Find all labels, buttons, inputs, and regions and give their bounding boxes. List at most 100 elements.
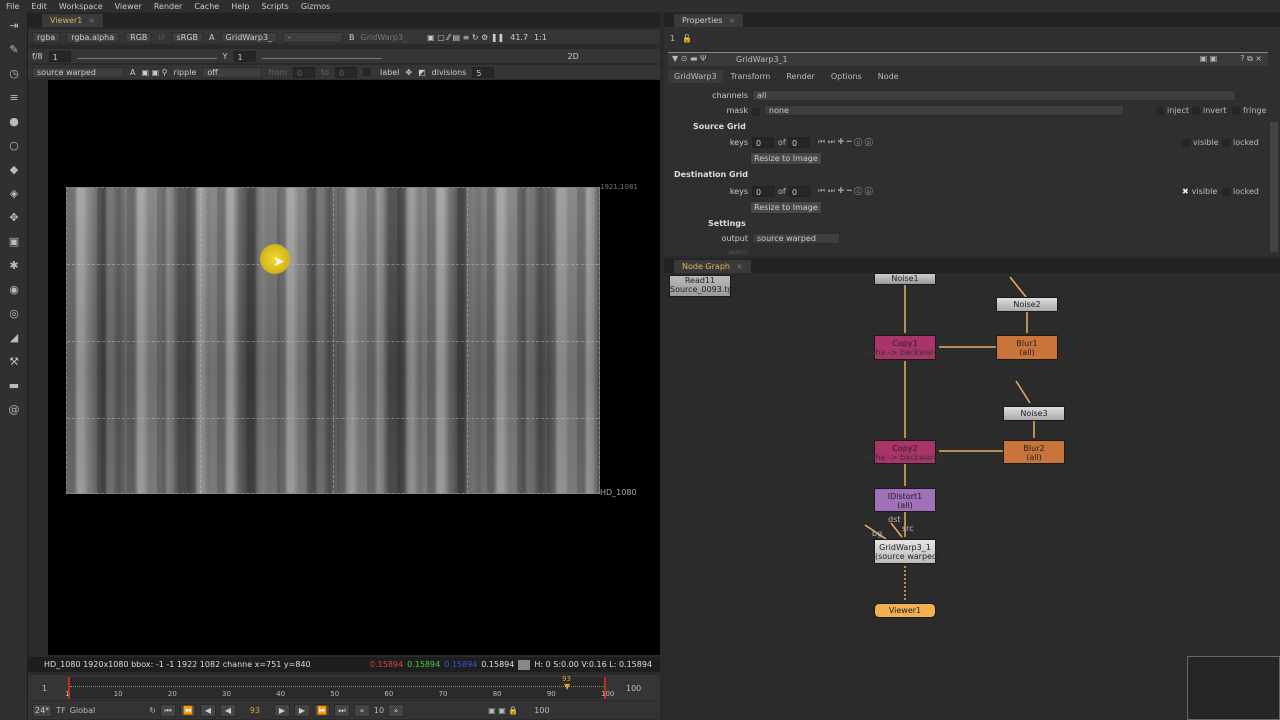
prev-frame-button[interactable]: ◀	[199, 703, 216, 717]
playhead-icon[interactable]: ▼	[564, 682, 570, 691]
properties-scrollbar[interactable]	[1270, 122, 1278, 252]
fstop-value[interactable]: f/8	[32, 52, 43, 61]
gain-slider[interactable]	[76, 54, 217, 59]
tab-options[interactable]: Options	[823, 70, 870, 83]
source-key-buttons[interactable]: ⏮ ⏭ ✚ ━ ⓒ ⓟ	[818, 137, 873, 147]
step-field[interactable]: 10	[374, 706, 384, 715]
output-dropdown[interactable]: source warped	[32, 66, 124, 78]
ip-button[interactable]: IP	[158, 33, 165, 42]
lut-dropdown[interactable]: sRGB	[171, 31, 204, 43]
image-icon[interactable]: ⇥	[7, 20, 21, 32]
scope-dropdown[interactable]: Global	[70, 706, 96, 715]
node-idistort1[interactable]: IDistort1 (all)	[874, 488, 936, 512]
merge-icon[interactable]: ◈	[7, 188, 21, 200]
metadata-icon[interactable]: ◉	[7, 284, 21, 296]
dest-locked-checkbox[interactable]	[1222, 187, 1230, 196]
prev-key-button[interactable]: ⏪	[179, 703, 196, 717]
divisions-field[interactable]: 5	[472, 66, 495, 78]
mask-dropdown[interactable]: none	[764, 105, 1124, 116]
node-viewer1[interactable]: Viewer1	[874, 603, 936, 618]
grid-tool-icons[interactable]: ▣ ▣ ⚲	[141, 68, 167, 77]
time-icon[interactable]: ◷	[7, 68, 21, 80]
tab-node[interactable]: Node	[870, 70, 907, 83]
label-checkbox[interactable]	[363, 68, 372, 76]
zoom-value[interactable]: 41.7	[510, 33, 528, 42]
node-noise1[interactable]: Noise1	[874, 273, 936, 285]
tab-transform[interactable]: Transform	[723, 70, 779, 83]
channel-icon[interactable]: ≡	[7, 92, 21, 104]
next-key-button[interactable]: ⏩	[313, 703, 330, 717]
lock-icon[interactable]: 🔓	[682, 34, 692, 43]
dest-visible-checkbox[interactable]: ✖	[1182, 187, 1189, 196]
tab-viewer1[interactable]: Viewer1 ×	[42, 14, 103, 27]
tab-node-graph[interactable]: Node Graph ×	[674, 260, 751, 273]
source-locked-checkbox[interactable]	[1222, 138, 1230, 147]
node-graph-canvas[interactable]: Read11 Source_0093.tga Noise1 Noise2 Blur…	[664, 273, 1280, 720]
dest-resize-button[interactable]: Resize to Image	[750, 201, 822, 214]
viewer-icons[interactable]: ▣ ▢ ⁄⁄ ▤ ≡ ↻ ⚙ ❚❚	[427, 33, 504, 42]
dest-key-buttons[interactable]: ⏮ ⏭ ✚ ━ ⓒ ⓟ	[818, 186, 873, 196]
a-button[interactable]: A	[130, 68, 135, 77]
draw-icon[interactable]: ✎	[7, 44, 21, 56]
view-mode-dropdown[interactable]: 2D	[568, 52, 579, 61]
source-of-field[interactable]: 0	[788, 137, 810, 148]
gain-field[interactable]: 1	[48, 50, 71, 62]
gamma-field[interactable]: 1	[233, 50, 256, 62]
navigator-minimap[interactable]	[1187, 656, 1280, 720]
channels-dropdown[interactable]: all	[752, 90, 1236, 101]
max-panels-field[interactable]: 1	[670, 34, 675, 43]
skip-back-button[interactable]: «	[353, 703, 370, 717]
inject-checkbox[interactable]	[1156, 106, 1164, 115]
tf-dropdown[interactable]: TF	[56, 706, 66, 715]
source-keys-field[interactable]: 0	[752, 137, 774, 148]
source-visible-checkbox[interactable]	[1182, 138, 1190, 147]
display-dropdown[interactable]: RGB	[125, 31, 153, 43]
color-icon[interactable]: ●	[7, 116, 21, 128]
timeline-end[interactable]: 100	[626, 684, 641, 693]
node-blur2[interactable]: Blur2 (all)	[1003, 440, 1065, 464]
viewer-image[interactable]	[66, 187, 600, 494]
from-field[interactable]: 0	[292, 66, 315, 78]
menu-gizmos[interactable]: Gizmos	[301, 2, 330, 11]
node-noise2[interactable]: Noise2	[996, 297, 1058, 312]
menu-render[interactable]: Render	[154, 2, 182, 11]
viewer-toggle-icons[interactable]: ▣ ▣ 🔒	[488, 706, 518, 715]
to-field[interactable]: 0	[335, 66, 358, 78]
furnace-icon[interactable]: ◢	[7, 332, 21, 344]
node-copy2[interactable]: Copy2 (alpha -> backward.v)	[860, 440, 949, 464]
keyer-icon[interactable]: ◆	[7, 164, 21, 176]
fps-dropdown[interactable]: 24*	[32, 703, 53, 717]
play-button[interactable]: ▶	[273, 703, 290, 717]
close-icon[interactable]: ×	[736, 262, 743, 271]
ocula-icon[interactable]: ▬	[7, 380, 21, 392]
skip-forward-button[interactable]: »	[388, 703, 405, 717]
output-dropdown[interactable]: source warped	[752, 233, 840, 244]
collapse-icon[interactable]: ▼ ⊙ ▬ Ψ	[672, 54, 706, 63]
menu-cache[interactable]: Cache	[194, 2, 219, 11]
tab-render[interactable]: Render	[778, 70, 822, 83]
gamma-slider[interactable]	[261, 54, 382, 59]
menu-help[interactable]: Help	[231, 2, 249, 11]
invert-checkbox[interactable]	[1192, 106, 1200, 115]
menu-file[interactable]: File	[6, 2, 19, 11]
menu-viewer[interactable]: Viewer	[115, 2, 142, 11]
alpha-dropdown[interactable]: rgba.alpha	[66, 31, 120, 43]
channels-dropdown[interactable]: rgba	[32, 31, 61, 43]
frame-field[interactable]: 93	[240, 706, 270, 715]
close-icon[interactable]: ×	[728, 16, 735, 25]
tab-properties[interactable]: Properties ×	[674, 14, 744, 27]
3d-icon[interactable]: ▣	[7, 236, 21, 248]
node-copy1[interactable]: Copy1 (alpha -> backward.u)	[860, 335, 949, 360]
header-buttons[interactable]: ▣ ▣ ? ⧉ ×	[1200, 54, 1262, 64]
node-blur1[interactable]: Blur1 (all)	[996, 335, 1058, 360]
node-read11[interactable]: Read11 Source_0093.tga	[669, 275, 738, 297]
menu-workspace[interactable]: Workspace	[59, 2, 103, 11]
dest-keys-field[interactable]: 0	[752, 186, 774, 197]
a-input-dropdown[interactable]: GridWarp3_	[220, 31, 278, 43]
filter-icon[interactable]: ○	[7, 140, 21, 152]
node-name-field[interactable]: GridWarp3_1	[736, 55, 788, 64]
ratio-dropdown[interactable]: 1:1	[534, 33, 547, 42]
toolsets-icon[interactable]: ⚒	[7, 356, 21, 368]
first-frame-button[interactable]: ⏮	[159, 703, 176, 717]
mask-checkbox[interactable]	[752, 108, 760, 116]
